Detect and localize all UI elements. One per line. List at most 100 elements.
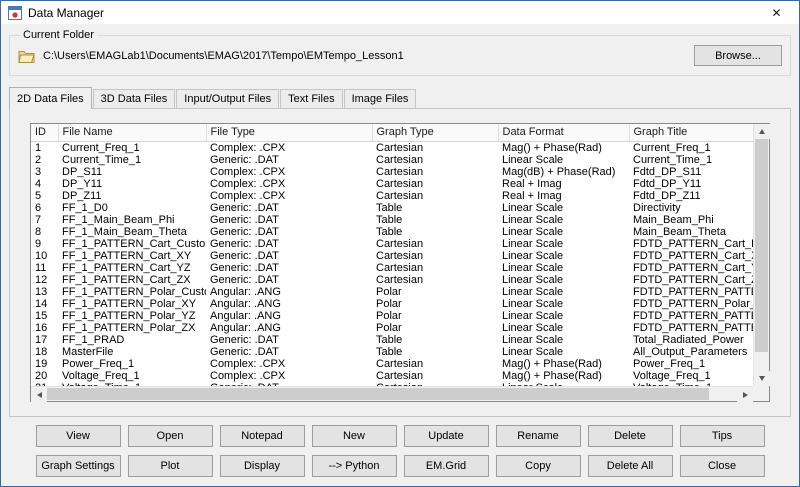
table-cell: 11 bbox=[35, 261, 47, 274]
table-cell: FF_1_PATTERN_Polar_ZX bbox=[62, 321, 196, 334]
table-cell: All_Output_Parameters bbox=[633, 345, 748, 358]
table-cell: FDTD_PATTERN_PATTERN_Po bbox=[633, 321, 753, 334]
app-icon bbox=[8, 5, 22, 20]
table-cell: Directivity bbox=[633, 201, 681, 214]
table-cell: DP_S11 bbox=[62, 165, 103, 178]
scroll-right-button[interactable] bbox=[737, 387, 753, 402]
scroll-up-button[interactable] bbox=[754, 124, 770, 139]
table-cell: Current_Time_1 bbox=[62, 153, 142, 166]
table-cell: FF_1_Main_Beam_Theta bbox=[62, 225, 187, 238]
column-header-data-format[interactable]: Data Format bbox=[498, 124, 630, 142]
table-cell: FDTD_PATTERN_PATTERN_Po bbox=[633, 285, 753, 298]
table-cell: Table bbox=[376, 333, 403, 346]
table-cell: Generic: .DAT bbox=[210, 333, 279, 346]
data-manager-dialog: Data Manager ✕ Current Folder C:\Users\E… bbox=[0, 0, 800, 487]
folder-icon bbox=[18, 49, 35, 63]
table-cell: 3 bbox=[35, 165, 42, 178]
plot-button[interactable]: Plot bbox=[127, 455, 213, 477]
browse-button[interactable]: Browse... bbox=[694, 45, 782, 66]
vertical-scrollbar[interactable] bbox=[753, 124, 770, 386]
table-cell: Linear Scale bbox=[502, 285, 564, 298]
table-row[interactable]: 7 FF_1_Main_Beam_Phi Generic: .DAT Table Lin… bbox=[31, 214, 753, 226]
button-row: View Open Notepad New Update Rename Delete Tips bbox=[35, 425, 765, 447]
close-icon[interactable]: ✕ bbox=[754, 1, 799, 24]
table-row[interactable]: 19 Power_Freq_1 Complex: .CPX Cartesian Mag(… bbox=[31, 358, 753, 370]
table-row[interactable]: 4 DP_Y11 Complex: .CPX Cartesian Real + Imag… bbox=[31, 178, 753, 190]
table-cell: Linear Scale bbox=[502, 273, 564, 286]
delete-all-button[interactable]: Delete All bbox=[587, 455, 673, 477]
new-button[interactable]: New bbox=[311, 425, 397, 447]
table-cell: 6 bbox=[35, 201, 42, 214]
table-row[interactable]: 16 FF_1_PATTERN_Polar_ZX Angular: .ANG Pola… bbox=[31, 322, 753, 334]
tab-text-files[interactable]: Text Files bbox=[280, 89, 343, 108]
table-row[interactable]: 13 FF_1_PATTERN_Polar_Custom Angular: .ANG… bbox=[31, 286, 753, 298]
table-cell: Complex: .CPX bbox=[210, 165, 286, 178]
table-cell: Polar bbox=[376, 297, 402, 310]
table-cell: FF_1_PATTERN_Cart_Custom bbox=[62, 237, 206, 250]
table-cell: Linear Scale bbox=[502, 261, 564, 274]
table-cell: Current_Freq_1 bbox=[62, 141, 140, 154]
table-row[interactable]: 5 DP_Z11 Complex: .CPX Cartesian Real + Imag… bbox=[31, 190, 753, 202]
table-cell: 20 bbox=[35, 369, 48, 382]
update-button[interactable]: Update bbox=[403, 425, 489, 447]
table-cell: Fdtd_DP_S11 bbox=[633, 165, 702, 178]
table-cell: Mag() + Phase(Rad) bbox=[502, 141, 602, 154]
table-row[interactable]: 17 FF_1_PRAD Generic: .DAT Table Linear Scal… bbox=[31, 334, 753, 346]
table-cell: Generic: .DAT bbox=[210, 213, 279, 226]
tab-input-output-files[interactable]: Input/Output Files bbox=[176, 89, 280, 108]
em-grid-button[interactable]: EM.Grid bbox=[403, 455, 489, 477]
table-cell: Cartesian bbox=[376, 237, 424, 250]
column-header-file-type[interactable]: File Type bbox=[206, 124, 373, 142]
table-row[interactable]: 10 FF_1_PATTERN_Cart_XY Generic: .DAT Carte… bbox=[31, 250, 753, 262]
table-cell: FF_1_D0 bbox=[62, 201, 108, 214]
open-button[interactable]: Open bbox=[127, 425, 213, 447]
table-row[interactable]: 11 FF_1_PATTERN_Cart_YZ Generic: .DAT Carte… bbox=[31, 262, 753, 274]
table-row[interactable]: 6 FF_1_D0 Generic: .DAT Table Linear Scale Di… bbox=[31, 202, 753, 214]
tab-image-files[interactable]: Image Files bbox=[343, 89, 417, 108]
horizontal-scrollbar[interactable] bbox=[31, 386, 753, 402]
table-row[interactable]: 14 FF_1_PATTERN_Polar_XY Angular: .ANG Pola… bbox=[31, 298, 753, 310]
table-cell: FF_1_PATTERN_Cart_YZ bbox=[62, 261, 191, 274]
horizontal-scroll-thumb[interactable] bbox=[47, 388, 709, 400]
table-cell: Linear Scale bbox=[502, 309, 564, 322]
table-row[interactable]: 3 DP_S11 Complex: .CPX Cartesian Mag(dB) + P… bbox=[31, 166, 753, 178]
table-row[interactable]: 18 MasterFile Generic: .DAT Table Linear Sca… bbox=[31, 346, 753, 358]
display-button[interactable]: Display bbox=[219, 455, 305, 477]
table-row[interactable]: 12 FF_1_PATTERN_Cart_ZX Generic: .DAT Carte… bbox=[31, 274, 753, 286]
tab-2d-data-files[interactable]: 2D Data Files bbox=[9, 87, 92, 109]
tips-button[interactable]: Tips bbox=[679, 425, 765, 447]
table-cell: Table bbox=[376, 345, 403, 358]
column-header-id[interactable]: ID bbox=[31, 124, 59, 142]
table-row[interactable]: 8 FF_1_Main_Beam_Theta Generic: .DAT Table L… bbox=[31, 226, 753, 238]
scroll-down-button[interactable] bbox=[754, 371, 770, 386]
column-header-file-name[interactable]: File Name bbox=[58, 124, 207, 142]
column-header-graph-type[interactable]: Graph Type bbox=[372, 124, 499, 142]
table-cell: Generic: .DAT bbox=[210, 225, 279, 238]
table-cell: Mag() + Phase(Rad) bbox=[502, 369, 602, 382]
close-button[interactable]: Close bbox=[679, 455, 765, 477]
python-button[interactable]: --> Python bbox=[311, 455, 397, 477]
table-row[interactable]: 2 Current_Time_1 Generic: .DAT Cartesian Lin… bbox=[31, 154, 753, 166]
table-cell: Fdtd_DP_Y11 bbox=[633, 177, 702, 190]
titlebar[interactable]: Data Manager ✕ bbox=[1, 1, 799, 24]
notepad-button[interactable]: Notepad bbox=[219, 425, 305, 447]
scroll-left-button[interactable] bbox=[31, 387, 47, 402]
graph-settings-button[interactable]: Graph Settings bbox=[35, 455, 121, 477]
table-cell: Generic: .DAT bbox=[210, 261, 279, 274]
table-row[interactable]: 20 Voltage_Freq_1 Complex: .CPX Cartesian Ma… bbox=[31, 370, 753, 382]
copy-button[interactable]: Copy bbox=[495, 455, 581, 477]
rename-button[interactable]: Rename bbox=[495, 425, 581, 447]
table-cell: 15 bbox=[35, 309, 48, 322]
view-button[interactable]: View bbox=[35, 425, 121, 447]
tab-3d-data-files[interactable]: 3D Data Files bbox=[92, 89, 176, 108]
vertical-scroll-thumb[interactable] bbox=[755, 139, 768, 352]
delete-button[interactable]: Delete bbox=[587, 425, 673, 447]
table-cell: Angular: .ANG bbox=[210, 309, 281, 322]
file-table: ID File Name File Type Graph Type Data Forma… bbox=[30, 123, 770, 402]
column-header-graph-title[interactable]: Graph Title bbox=[629, 124, 753, 142]
table-row[interactable]: 1 Current_Freq_1 Complex: .CPX Cartesian Mag… bbox=[31, 141, 753, 154]
table-row[interactable]: 9 FF_1_PATTERN_Cart_Custom Generic: .DAT Ca… bbox=[31, 238, 753, 250]
table-row[interactable]: 15 FF_1_PATTERN_Polar_YZ Angular: .ANG Pola… bbox=[31, 310, 753, 322]
table-cell: Cartesian bbox=[376, 165, 424, 178]
table-cell: FDTD_PATTERN_Cart_Phi_45. bbox=[633, 237, 753, 250]
